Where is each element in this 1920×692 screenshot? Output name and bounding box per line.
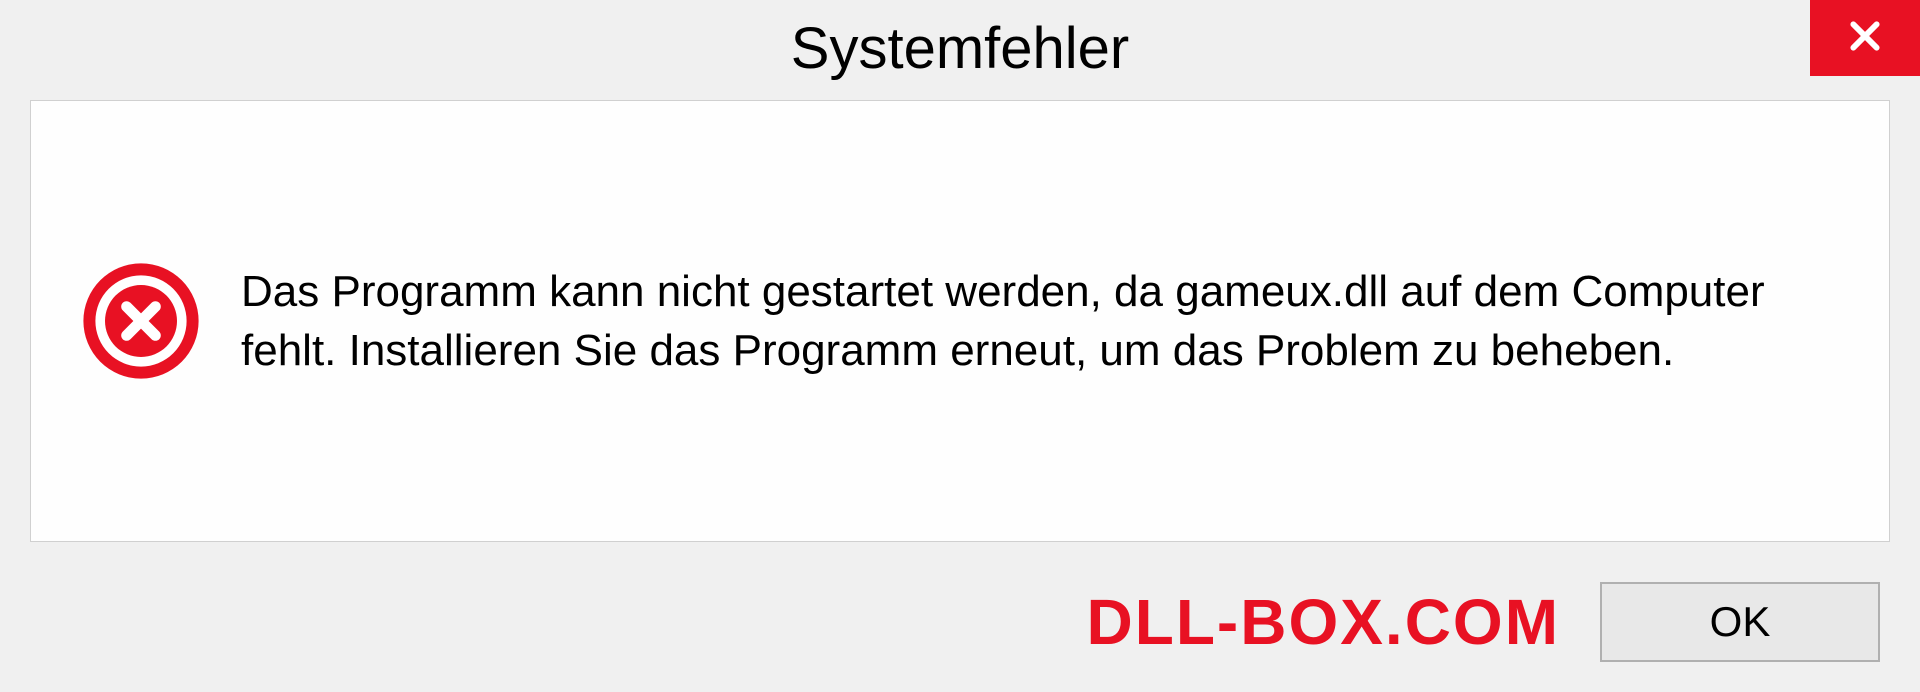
titlebar: Systemfehler	[0, 0, 1920, 90]
ok-button-label: OK	[1710, 598, 1771, 646]
close-icon	[1845, 16, 1885, 61]
error-dialog: Systemfehler Das Programm kann nicht ges…	[0, 0, 1920, 692]
error-message: Das Programm kann nicht gestartet werden…	[241, 262, 1839, 381]
error-icon	[81, 261, 201, 381]
close-button[interactable]	[1810, 0, 1920, 76]
dialog-title: Systemfehler	[791, 15, 1129, 82]
watermark-text: DLL-BOX.COM	[1087, 585, 1561, 659]
footer: DLL-BOX.COM OK	[0, 562, 1920, 692]
ok-button[interactable]: OK	[1600, 582, 1880, 662]
content-area: Das Programm kann nicht gestartet werden…	[30, 100, 1890, 542]
